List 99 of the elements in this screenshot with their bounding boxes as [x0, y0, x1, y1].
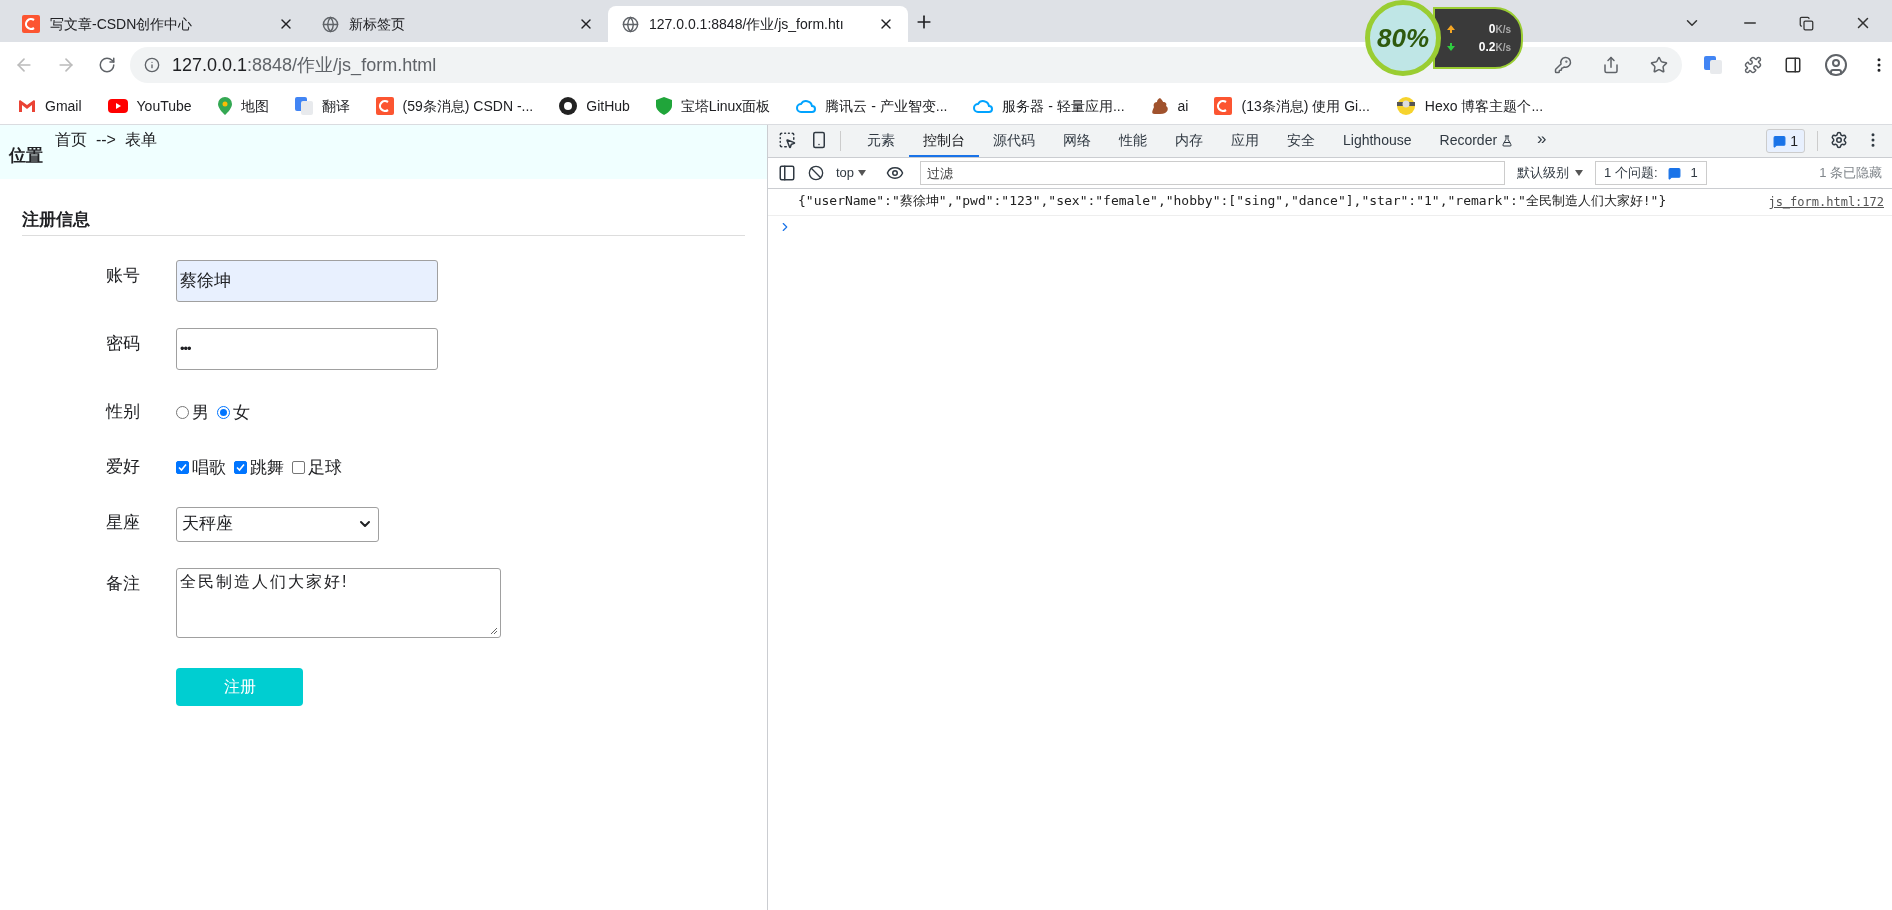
devtools-tab[interactable]: 控制台	[909, 126, 979, 157]
issues-badge[interactable]: 1	[1766, 129, 1805, 153]
context-dropdown[interactable]: top	[836, 163, 867, 183]
browser-tab[interactable]: 127.0.0.1:8848/作业/js_form.htı	[608, 6, 908, 42]
section-title: 注册信息	[22, 210, 90, 229]
play-icon	[107, 99, 128, 113]
inspect-icon[interactable]	[778, 131, 796, 149]
eye-icon[interactable]	[886, 164, 905, 182]
bookmark[interactable]: 翻译	[294, 95, 350, 117]
bookmark[interactable]: 宝塔Linux面板	[655, 95, 771, 117]
globe-icon	[622, 15, 639, 33]
map-pin-icon	[217, 97, 232, 115]
filter-field[interactable]: 过滤	[920, 161, 1506, 185]
speed-panel: 0K/s 0.2K/s	[1433, 7, 1523, 69]
tab-title: 127.0.0.1:8848/作业/js_form.htı	[649, 14, 845, 34]
field-label: 备注	[106, 572, 141, 595]
reload-icon[interactable]	[98, 56, 116, 74]
c-logo-icon	[1214, 97, 1233, 115]
restore-icon[interactable]	[1799, 15, 1814, 31]
bookmark[interactable]: Gmail	[18, 95, 82, 117]
profile-icon[interactable]	[1824, 53, 1848, 77]
bookmark[interactable]: 地图	[217, 95, 269, 117]
caret-icon	[858, 170, 867, 176]
side-panel-icon[interactable]	[1784, 56, 1802, 74]
bookmark[interactable]: (59条消息) CSDN -...	[375, 95, 534, 117]
devtools-tab[interactable]: Lighthouse	[1329, 126, 1426, 157]
bookmark[interactable]: Hexo 博客主题个...	[1395, 95, 1544, 117]
source-link[interactable]: js_form.html:172	[1768, 193, 1884, 211]
goggle-character-icon	[1395, 97, 1416, 115]
checkbox-label: 唱歌	[192, 457, 226, 479]
device-icon[interactable]	[810, 131, 828, 149]
caret-icon	[1575, 170, 1584, 176]
resize-handle-icon	[490, 626, 498, 635]
textarea[interactable]: 全民制造人们大家好!	[176, 567, 501, 638]
translate-icon	[1704, 56, 1722, 74]
bookmark[interactable]: (13条消息) 使用 Gi...	[1214, 95, 1370, 117]
poop-icon	[1150, 97, 1169, 115]
location-bar: 位置 首页 --> 表单	[0, 125, 767, 179]
hidden-count: 1 条已隐藏	[1819, 164, 1882, 183]
info-icon	[144, 57, 160, 73]
field-label: 星座	[106, 511, 141, 534]
devtools-tab[interactable]: 应用	[1217, 126, 1273, 157]
console-message: {"userName":"蔡徐坤","pwd":"123","sex":"female","hobby":["sing","dance"],"star":"1","remark":"全民制造人们大家好!"}	[798, 193, 1668, 209]
checkbox[interactable]	[234, 461, 247, 475]
down-arrow-icon	[1447, 43, 1455, 51]
c-logo-icon	[375, 97, 394, 115]
browser-tab[interactable]: 新标签页	[308, 6, 608, 42]
cloud-icon	[796, 99, 817, 113]
devtools-tab[interactable]: 内存	[1161, 126, 1217, 157]
settings-icon[interactable]	[1830, 131, 1848, 149]
field-label: 爱好	[106, 456, 141, 478]
more-tabs[interactable]: »	[1527, 125, 1557, 151]
breadcrumb: 首页 --> 表单	[55, 130, 157, 150]
shield-icon	[655, 97, 672, 115]
password-field[interactable]: •••	[176, 327, 438, 370]
translate-icon	[294, 97, 313, 115]
devtools-tab[interactable]: 网络	[1049, 126, 1105, 157]
flask-icon	[1501, 134, 1514, 147]
bookmark[interactable]: 腾讯云 - 产业智变...	[796, 95, 948, 117]
star-icon[interactable]	[1650, 56, 1668, 74]
checkbox-label: 跳舞	[250, 457, 284, 479]
levels-dropdown[interactable]: 默认级别	[1517, 163, 1584, 183]
devtools-tab[interactable]: 源代码	[979, 126, 1049, 157]
browser-tab[interactable]: 写文章-CSDN创作中心	[8, 6, 308, 42]
globe-icon	[322, 15, 339, 33]
c-logo-icon	[22, 15, 40, 33]
issues-counter[interactable]: 1 个问题: 1	[1595, 161, 1707, 185]
sidebar-icon[interactable]	[778, 164, 796, 182]
checkbox-label: 足球	[308, 457, 342, 479]
field-label: 密码	[106, 332, 141, 355]
field-label: 性别	[106, 400, 141, 423]
share-icon[interactable]	[1602, 56, 1620, 74]
devtools-tab[interactable]: 性能	[1105, 126, 1161, 157]
radio-label: 女	[233, 401, 250, 424]
bookmark[interactable]: ai	[1150, 95, 1189, 117]
bookmark[interactable]: 服务器 - 轻量应用...	[973, 95, 1125, 117]
mail-icon	[18, 99, 36, 113]
bookmark[interactable]: GitHub	[559, 95, 630, 117]
url-host: 127.0.0.1	[172, 53, 248, 77]
cloud-icon	[973, 99, 994, 113]
extensions-icon[interactable]	[1744, 56, 1762, 74]
field-label: 账号	[106, 264, 141, 287]
text-field[interactable]: 蔡徐坤	[176, 259, 438, 302]
radio-label: 男	[192, 401, 209, 424]
devtools-tab[interactable]: 元素	[853, 126, 909, 157]
bookmark[interactable]: YouTube	[107, 95, 192, 117]
key-icon[interactable]	[1554, 56, 1572, 74]
clear-icon[interactable]	[808, 165, 824, 181]
message-icon	[1667, 166, 1681, 180]
tab-title: 新标签页	[349, 14, 406, 34]
up-arrow-icon	[1447, 25, 1455, 33]
message-icon	[1773, 134, 1787, 148]
checkbox[interactable]	[292, 461, 305, 475]
url-path: :8848/作业/js_form.html	[247, 53, 437, 78]
dropdown[interactable]: 天秤座	[176, 506, 379, 542]
tab-title: 写文章-CSDN创作中心	[50, 14, 194, 34]
devtools-tab[interactable]: Recorder	[1425, 126, 1528, 157]
devtools-tab[interactable]: 安全	[1273, 126, 1329, 157]
checkbox[interactable]	[176, 461, 189, 475]
